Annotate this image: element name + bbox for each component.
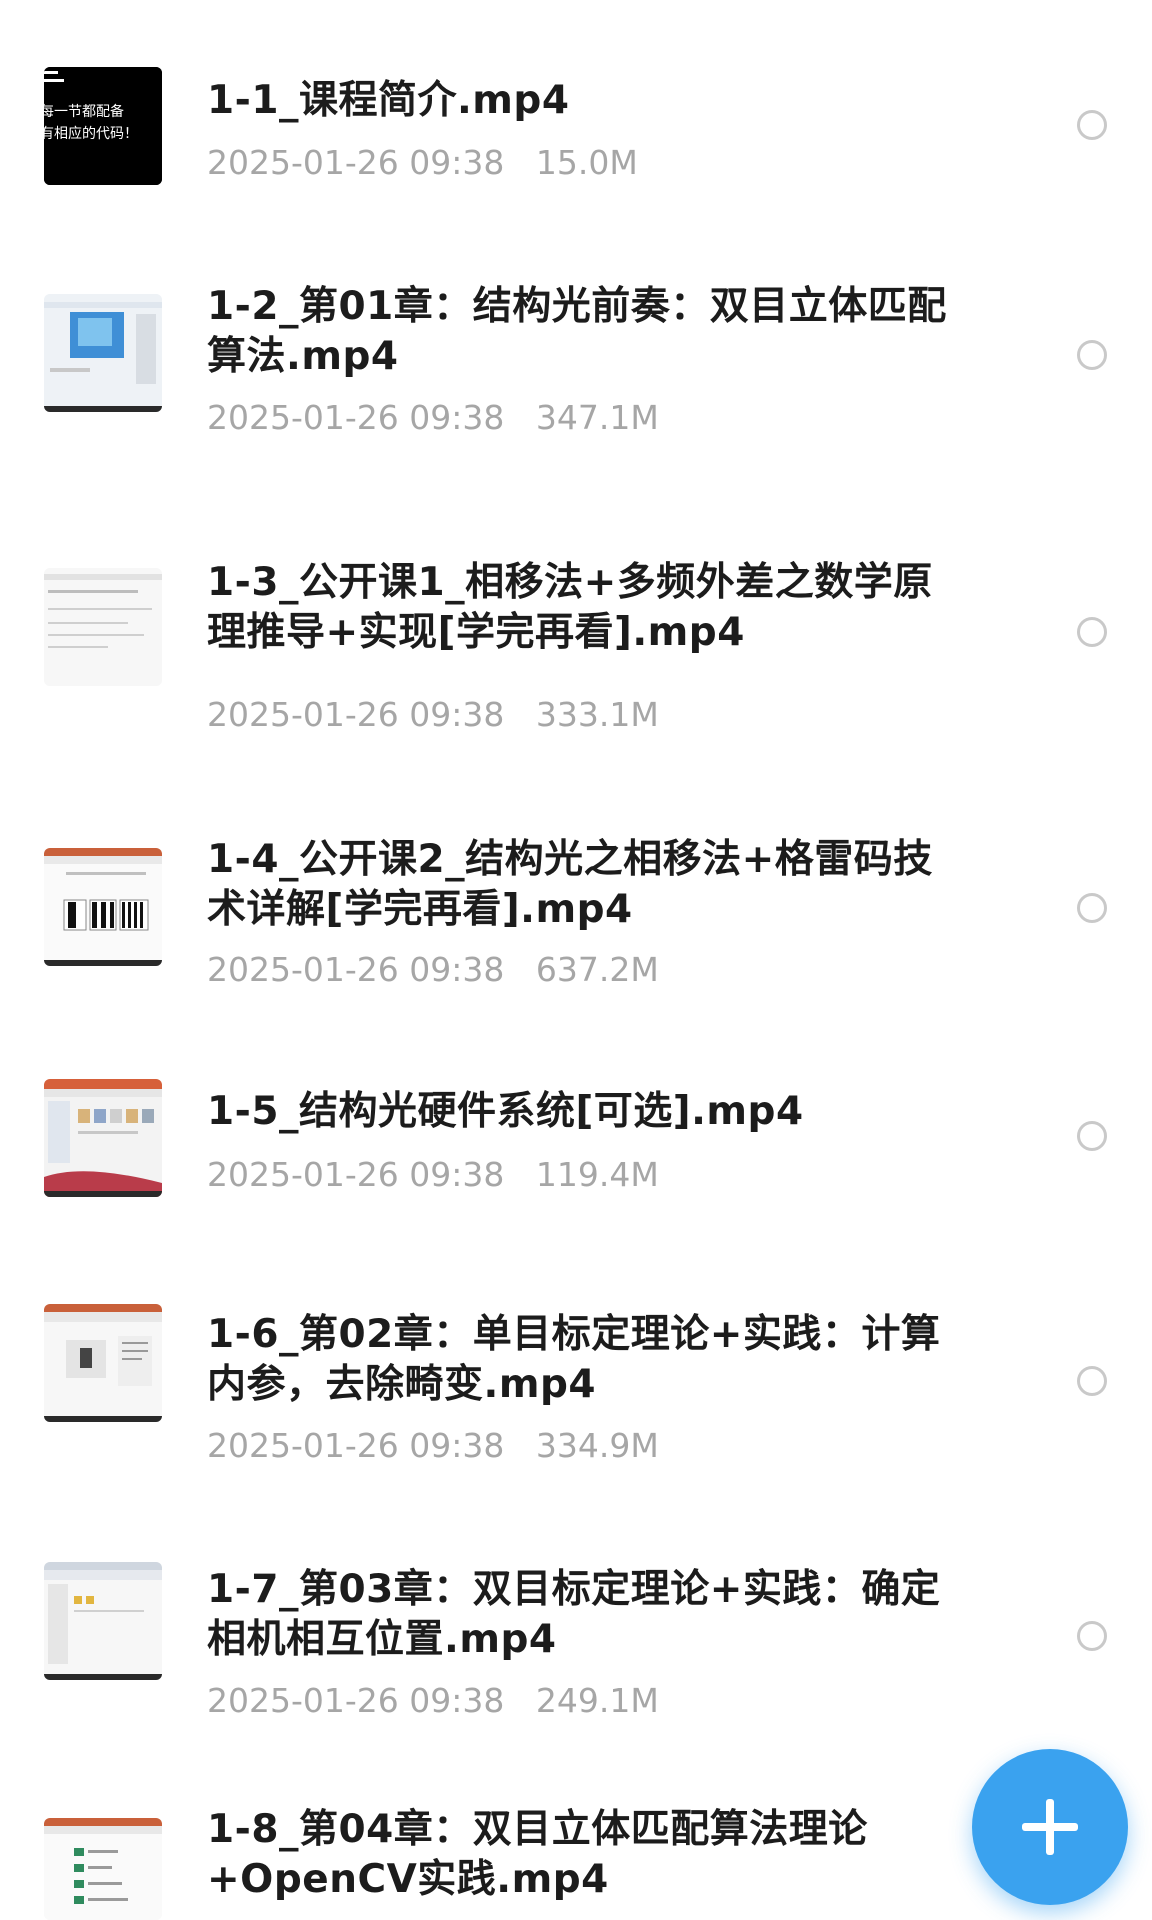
file-size: 249.1M: [535, 1681, 659, 1720]
file-date: 2025-01-26 09:38: [207, 143, 505, 182]
thumbnail-image: [44, 568, 162, 686]
video-thumbnail: [44, 294, 162, 412]
file-date: 2025-01-26 09:38: [207, 695, 505, 734]
select-radio[interactable]: [1077, 617, 1107, 647]
video-thumbnail: [44, 1818, 162, 1920]
file-name: 1-3_公开课1_相移法+多频外差之数学原理推导+实现[学完再看].mp4: [207, 560, 933, 655]
file-name: 1-5_结构光硬件系统[可选].mp4: [207, 1089, 804, 1134]
file-meta: 2025-01-26 09:38 249.1M: [207, 1681, 659, 1721]
select-radio[interactable]: [1077, 1121, 1107, 1151]
file-meta: 2025-01-26 09:38 637.2M: [207, 950, 659, 990]
file-meta: 2025-01-26 09:38 119.4M: [207, 1155, 659, 1195]
file-meta: 2025-01-26 09:38 347.1M: [207, 398, 659, 438]
file-date: 2025-01-26 09:38: [207, 950, 505, 989]
file-meta: 2025-01-26 09:38 15.0M: [207, 143, 638, 183]
file-date: 2025-01-26 09:38: [207, 1426, 505, 1465]
video-thumbnail: [44, 568, 162, 686]
thumbnail-image: [44, 1304, 162, 1422]
select-radio[interactable]: [1077, 1366, 1107, 1396]
thumbnail-image: [44, 1818, 162, 1920]
file-row[interactable]: 1-7_第03章：双目标定理论+实践：确定相机相互位置.mp4 2025-01-…: [0, 1515, 1152, 1770]
thumbnail-image: [44, 294, 162, 412]
file-size: 347.1M: [535, 398, 659, 437]
file-name: 1-2_第01章：结构光前奏：双目立体匹配算法.mp4: [207, 284, 947, 379]
thumbnail-image: [44, 1079, 162, 1197]
thumbnail-image: [44, 848, 162, 966]
thumbnail-caption: 每一节都配备 有相应的代码！: [44, 101, 162, 145]
file-size: 15.0M: [535, 143, 638, 182]
file-row[interactable]: 1-6_第02章：单目标定理论+实践：计算内参，去除畸变.mp4 2025-01…: [0, 1260, 1152, 1515]
video-thumbnail: [44, 1562, 162, 1680]
video-thumbnail: [44, 1304, 162, 1422]
file-size: 119.4M: [535, 1155, 659, 1194]
thumbnail-caption-line: 有相应的代码！: [44, 126, 138, 142]
file-row[interactable]: 1-4_公开课2_结构光之相移法+格雷码技术详解[学完再看].mp4 2025-…: [0, 750, 1152, 1005]
file-name: 1-1_课程简介.mp4: [207, 78, 570, 123]
file-name: 1-8_第04章：双目立体匹配算法理论+OpenCV实践.mp4: [207, 1807, 868, 1902]
plus-icon: [1022, 1799, 1078, 1855]
video-thumbnail: [44, 1079, 162, 1197]
video-thumbnail: [44, 848, 162, 966]
file-size: 333.1M: [535, 695, 659, 734]
file-row[interactable]: 1-3_公开课1_相移法+多频外差之数学原理推导+实现[学完再看].mp4 20…: [0, 470, 1152, 750]
file-meta: 2025-01-26 09:38 333.1M: [207, 695, 659, 735]
file-name: 1-7_第03章：双目标定理论+实践：确定相机相互位置.mp4: [207, 1567, 941, 1662]
select-radio[interactable]: [1077, 1621, 1107, 1651]
file-name: 1-6_第02章：单目标定理论+实践：计算内参，去除畸变.mp4: [207, 1312, 941, 1407]
select-radio[interactable]: [1077, 893, 1107, 923]
thumbnail-image: [44, 1562, 162, 1680]
file-name: 1-4_公开课2_结构光之相移法+格雷码技术详解[学完再看].mp4: [207, 837, 933, 932]
file-size: 637.2M: [535, 950, 659, 989]
file-row[interactable]: 1-5_结构光硬件系统[可选].mp4 2025-01-26 09:38 119…: [0, 1005, 1152, 1260]
add-button[interactable]: [972, 1749, 1128, 1905]
file-row[interactable]: 每一节都配备 有相应的代码！ 1-1_课程简介.mp4 2025-01-26 0…: [0, 0, 1152, 210]
file-meta: 2025-01-26 09:38 334.9M: [207, 1426, 659, 1466]
file-date: 2025-01-26 09:38: [207, 1681, 505, 1720]
thumbnail-caption-line: 每一节都配备: [44, 104, 124, 120]
video-thumbnail: 每一节都配备 有相应的代码！: [44, 67, 162, 185]
select-radio[interactable]: [1077, 110, 1107, 140]
select-radio[interactable]: [1077, 340, 1107, 370]
file-size: 334.9M: [535, 1426, 659, 1465]
file-date: 2025-01-26 09:38: [207, 398, 505, 437]
file-row[interactable]: 1-2_第01章：结构光前奏：双目立体匹配算法.mp4 2025-01-26 0…: [0, 210, 1152, 470]
file-date: 2025-01-26 09:38: [207, 1155, 505, 1194]
